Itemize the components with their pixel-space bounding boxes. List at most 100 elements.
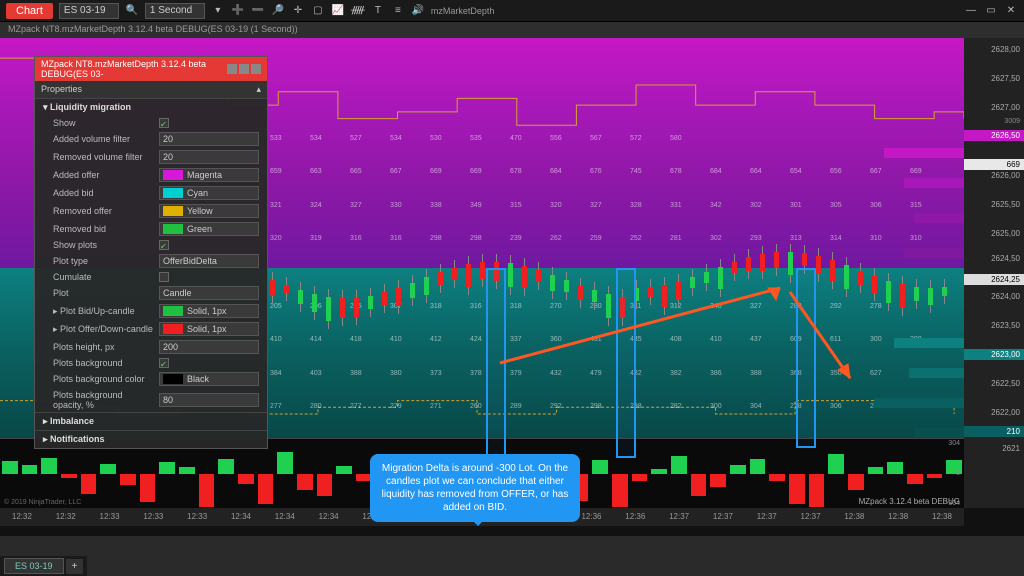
orderbook-cell: 535 bbox=[470, 135, 482, 142]
orderbook-cell: 414 bbox=[310, 336, 322, 343]
removed-bid-select[interactable]: Green bbox=[159, 222, 259, 236]
panel-max-icon[interactable] bbox=[239, 64, 249, 74]
tab-bar: ES 03-19 + bbox=[0, 556, 87, 576]
price-candle bbox=[284, 285, 289, 292]
orderbook-cell: 239 bbox=[510, 235, 522, 242]
price-candle bbox=[340, 298, 345, 318]
panel-close-icon[interactable] bbox=[251, 64, 261, 74]
row-plots-bg-opacity: Plots background opacity, %80 bbox=[35, 388, 267, 412]
orderbook-cell: 298 bbox=[430, 235, 442, 242]
add-tab-button[interactable]: + bbox=[66, 559, 84, 574]
chevron-up-icon[interactable]: ▴ bbox=[256, 84, 261, 95]
sound-icon[interactable]: 🔊 bbox=[411, 4, 425, 18]
draw-square-icon[interactable]: ▢ bbox=[311, 4, 325, 18]
orderbook-cell: 527 bbox=[350, 135, 362, 142]
orderbook-cell: 271 bbox=[430, 403, 442, 410]
orderbook-cell: 262 bbox=[550, 235, 562, 242]
delta-bar bbox=[592, 460, 608, 474]
delta-bar bbox=[671, 456, 687, 474]
instrument-input[interactable] bbox=[59, 3, 119, 19]
interval-input[interactable] bbox=[145, 3, 205, 19]
added-offer-select[interactable]: Magenta bbox=[159, 168, 259, 182]
maximize-icon[interactable]: ▭ bbox=[984, 4, 998, 18]
chevron-down-icon[interactable]: ▾ bbox=[211, 4, 225, 18]
orderbook-cell: 328 bbox=[630, 202, 642, 209]
time-tick: 12:32 bbox=[0, 512, 44, 526]
volume-profile-bar bbox=[894, 338, 964, 348]
indicator-icon[interactable]: ᚏ bbox=[351, 4, 365, 18]
plot-bid-up-value[interactable]: Solid, 1px bbox=[159, 304, 259, 318]
orderbook-cell: 300 bbox=[870, 336, 882, 343]
orderbook-cell: 410 bbox=[390, 336, 402, 343]
plot-type-select[interactable]: OfferBidDelta bbox=[159, 254, 259, 268]
price-candle bbox=[942, 287, 947, 296]
price-candle bbox=[382, 292, 387, 305]
plot-offer-down-value[interactable]: Solid, 1px bbox=[159, 322, 259, 336]
orderbook-cell: 410 bbox=[270, 336, 282, 343]
time-tick: 12:34 bbox=[263, 512, 307, 526]
orderbook-cell: 277 bbox=[350, 403, 362, 410]
added-vol-input[interactable]: 20 bbox=[159, 132, 259, 146]
removed-vol-input[interactable]: 20 bbox=[159, 150, 259, 164]
row-plot-type: Plot typeOfferBidDelta bbox=[35, 252, 267, 270]
delta-label-zero: 0 bbox=[956, 470, 960, 477]
row-plot: PlotCandle bbox=[35, 284, 267, 302]
price-candle bbox=[914, 287, 919, 301]
instrument-tab[interactable]: ES 03-19 bbox=[4, 558, 64, 574]
orderbook-cell: 627 bbox=[870, 370, 882, 377]
row-show-plots: Show plots bbox=[35, 238, 267, 252]
section-notifications[interactable]: ▸ Notifications bbox=[35, 430, 267, 448]
minimize-icon[interactable]: — bbox=[964, 4, 978, 18]
orderbook-cell: 310 bbox=[910, 235, 922, 242]
plots-bg-color-select[interactable]: Black bbox=[159, 372, 259, 386]
close-icon[interactable]: ✕ bbox=[1004, 4, 1018, 18]
delta-bar bbox=[828, 454, 844, 474]
orderbook-cell: 384 bbox=[270, 370, 282, 377]
price-tick: 2622,00 bbox=[964, 407, 1024, 418]
orderbook-cell: 280 bbox=[310, 403, 322, 410]
section-imbalance[interactable]: ▸ Imbalance bbox=[35, 412, 267, 430]
price-tick: 2625,00 bbox=[964, 228, 1024, 239]
panel-min-icon[interactable] bbox=[227, 64, 237, 74]
price-candle bbox=[298, 290, 303, 304]
price-tick: 2624,50 bbox=[964, 253, 1024, 264]
crosshair-icon[interactable]: ✛ bbox=[291, 4, 305, 18]
chart-icon[interactable]: 📈 bbox=[331, 4, 345, 18]
panel-titlebar[interactable]: MZpack NT8.mzMarketDepth 3.12.4 beta DEB… bbox=[35, 57, 267, 81]
menu-icon[interactable]: ≡ bbox=[391, 4, 405, 18]
section-liquidity-migration[interactable]: ▾ Liquidity migration bbox=[35, 98, 267, 116]
plots-height-input[interactable]: 200 bbox=[159, 340, 259, 354]
zoom-in-icon[interactable]: ➕ bbox=[231, 4, 245, 18]
cumulate-checkbox[interactable] bbox=[159, 272, 169, 282]
plot-select[interactable]: Candle bbox=[159, 286, 259, 300]
removed-offer-select[interactable]: Yellow bbox=[159, 204, 259, 218]
plots-bg-opacity-input[interactable]: 80 bbox=[159, 393, 259, 407]
price-tick: 2626,50 bbox=[964, 130, 1024, 141]
price-tick: 2623,00 bbox=[964, 349, 1024, 360]
zoom-out-icon[interactable]: ➖ bbox=[251, 4, 265, 18]
row-plot-bid-up: ▸ Plot Bid/Up-candleSolid, 1px bbox=[35, 302, 267, 320]
show-checkbox[interactable] bbox=[159, 118, 169, 128]
orderbook-cell: 316 bbox=[470, 303, 482, 310]
orderbook-cell: 301 bbox=[790, 202, 802, 209]
search-icon[interactable]: 🔍 bbox=[125, 4, 139, 18]
price-candle bbox=[396, 288, 401, 306]
chart-button[interactable]: Chart bbox=[6, 3, 53, 19]
price-candle bbox=[270, 280, 275, 296]
delta-bar bbox=[41, 458, 57, 474]
row-removed-vol-filter: Removed volume filter20 bbox=[35, 148, 267, 166]
show-plots-checkbox[interactable] bbox=[159, 240, 169, 250]
orderbook-cell: 572 bbox=[630, 135, 642, 142]
header-bar: MZpack NT8.mzMarketDepth 3.12.4 beta DEB… bbox=[0, 22, 1024, 38]
properties-panel[interactable]: MZpack NT8.mzMarketDepth 3.12.4 beta DEB… bbox=[34, 56, 268, 449]
orderbook-cell: 388 bbox=[350, 370, 362, 377]
time-tick: 12:34 bbox=[219, 512, 263, 526]
added-bid-select[interactable]: Cyan bbox=[159, 186, 259, 200]
price-tick: 2626,00 bbox=[964, 170, 1024, 181]
panel-subheader: Properties ▴ bbox=[35, 81, 267, 98]
text-icon[interactable]: T bbox=[371, 4, 385, 18]
orderbook-cell: 373 bbox=[430, 370, 442, 377]
plots-bg-checkbox[interactable] bbox=[159, 358, 169, 368]
orderbook-cell: 324 bbox=[310, 202, 322, 209]
magnify-icon[interactable]: 🔎 bbox=[271, 4, 285, 18]
